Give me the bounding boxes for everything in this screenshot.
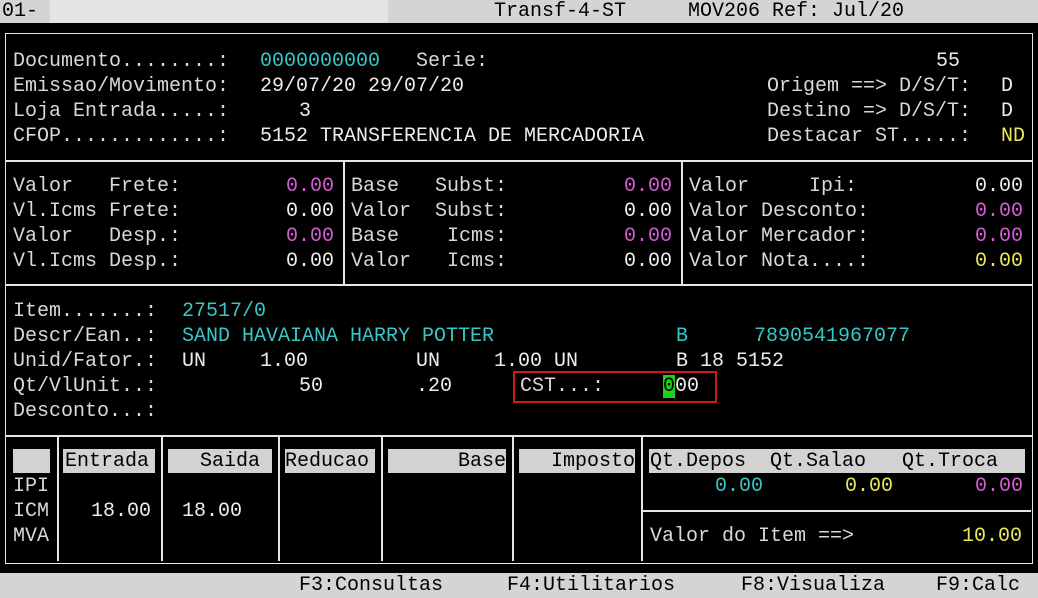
icm-saida-field[interactable]: 18.00 — [182, 499, 242, 524]
serie-label: Serie: — [416, 50, 489, 73]
qt-field[interactable]: 50 — [299, 374, 323, 399]
valor-icms-field[interactable]: 0.00 — [624, 249, 672, 274]
divider-stock — [643, 510, 1031, 512]
valor-nota-field[interactable]: 0.00 — [975, 249, 1023, 274]
unid2-field[interactable]: UN — [416, 349, 440, 374]
cfop-field[interactable]: 5152 TRANSFERENCIA DE MERCADORIA — [260, 124, 644, 149]
divider-totals-2 — [681, 160, 683, 286]
descr-field[interactable]: SAND HAVAIANA HARRY POTTER — [182, 324, 494, 349]
valor-desp-label: Valor Desp.: — [13, 225, 182, 248]
valor-frete-label: Valor Frete: — [13, 175, 182, 198]
fator-field[interactable]: 1.00 — [260, 349, 308, 374]
valor-ipi-field[interactable]: 0.00 — [975, 174, 1023, 199]
program-ref: MOV206 Ref: Jul/20 — [688, 0, 905, 23]
row-icm: ICM — [13, 500, 50, 523]
valor-item-label: Valor do Item ==> — [650, 525, 855, 548]
cfop-label: CFOP.............: — [13, 125, 230, 148]
divider-tax-3 — [278, 435, 280, 561]
f9-calc-key[interactable]: F9:Calc — [936, 573, 1020, 598]
f4-utilitarios-key[interactable]: F4:Utilitarios — [507, 573, 675, 598]
destino-label: Destino => D/S/T: — [767, 100, 972, 123]
destacar-label: Destacar ST.....: — [767, 125, 972, 148]
unid-field[interactable]: UN — [182, 349, 206, 374]
valor-nota-label: Valor Nota....: — [689, 250, 870, 273]
emissao-label: Emissao/Movimento: — [13, 75, 230, 98]
valor-desconto-label: Valor Desconto: — [689, 200, 870, 223]
vl-icms-desp-label: Vl.Icms Desp.: — [13, 250, 182, 273]
documento-field[interactable]: 0000000000 — [260, 49, 380, 74]
header-imposto: Imposto — [519, 449, 635, 473]
divider-tax-1 — [57, 435, 59, 561]
valor-mercador-field[interactable]: 0.00 — [975, 224, 1023, 249]
loja-field[interactable]: 3 — [299, 99, 311, 124]
descr-label: Descr/Ean..: — [13, 325, 158, 348]
qt-troca-field: 0.00 — [975, 475, 1024, 498]
divider-tax-4 — [381, 435, 383, 561]
title-bar-field — [50, 0, 388, 23]
divider-tax-2 — [161, 435, 163, 561]
screen-title: Transf-4-ST — [494, 0, 627, 23]
base-subst-label: Base Subst: — [351, 175, 508, 198]
divider-totals — [5, 284, 1033, 286]
item-label: Item.......: — [13, 300, 158, 323]
vl-icms-desp-field[interactable]: 0.00 — [286, 249, 334, 274]
valor-icms-label: Valor Icms: — [351, 250, 508, 273]
divider-tax-6 — [641, 435, 643, 561]
divider-item — [5, 435, 1033, 437]
destacar-field[interactable]: ND — [1001, 124, 1025, 149]
row-mva: MVA — [13, 525, 50, 548]
vl-icms-frete-label: Vl.Icms Frete: — [13, 200, 182, 223]
origem-field[interactable]: D — [1001, 74, 1013, 99]
serie-field[interactable]: 55 — [936, 49, 960, 74]
documento-label: Documento........: — [13, 50, 230, 73]
unid-label: Unid/Fator.: — [13, 350, 158, 373]
valor-mercador-label: Valor Mercador: — [689, 225, 870, 248]
tax-row-header-blank — [13, 449, 50, 473]
function-key-bar: F3:Consultas F4:Utilitarios F8:Visualiza… — [0, 573, 1038, 598]
qt-depos-field: 0.00 — [715, 475, 764, 498]
header-base: Base — [388, 449, 506, 473]
divider-header — [5, 160, 1033, 162]
loja-label: Loja Entrada.....: — [13, 100, 230, 123]
f3-consultas-key[interactable]: F3:Consultas — [299, 573, 443, 598]
item-field[interactable]: 27517/0 — [182, 299, 266, 324]
row-ipi: IPI — [13, 475, 50, 498]
divider-totals-1 — [343, 160, 345, 286]
vlunit-field[interactable]: .20 — [416, 374, 452, 399]
header-entrada: Entrada — [63, 449, 155, 473]
base-subst-field[interactable]: 0.00 — [624, 174, 672, 199]
emissao-field[interactable]: 29/07/20 29/07/20 — [260, 74, 464, 99]
screen-code: 01- — [2, 0, 39, 23]
cst-field-rest: 00 — [675, 375, 700, 398]
cst-label: CST...: — [520, 375, 605, 398]
valor-item-field: 10.00 — [962, 525, 1023, 548]
text-cursor: 0 — [663, 375, 676, 398]
header-saida: Saida — [168, 449, 272, 473]
qt-label: Qt/VlUnit..: — [13, 375, 158, 398]
valor-subst-field[interactable]: 0.00 — [624, 199, 672, 224]
valor-ipi-label: Valor Ipi: — [689, 175, 858, 198]
cst-field[interactable]: 000 — [663, 374, 699, 399]
title-bar: 01- Transf-4-ST MOV206 Ref: Jul/20 — [0, 0, 1038, 23]
header-reducao: Reducao — [285, 449, 375, 473]
valor-frete-field[interactable]: 0.00 — [286, 174, 334, 199]
destino-field[interactable]: D — [1001, 99, 1013, 124]
ean-field[interactable]: 7890541967077 — [754, 324, 910, 349]
divider-tax-5 — [512, 435, 514, 561]
base-icms-field[interactable]: 0.00 — [624, 224, 672, 249]
header-stock: Qt.Depos Qt.Salao Qt.Troca — [649, 449, 1025, 473]
f8-visualiza-key[interactable]: F8:Visualiza — [741, 573, 885, 598]
valor-subst-label: Valor Subst: — [351, 200, 508, 223]
origem-label: Origem ==> D/S/T: — [767, 75, 972, 98]
base-icms-label: Base Icms: — [351, 225, 508, 248]
valor-desconto-field[interactable]: 0.00 — [975, 199, 1023, 224]
icm-entrada-field[interactable]: 18.00 — [91, 499, 151, 524]
descr-flag: B — [676, 325, 689, 348]
valor-desp-field[interactable]: 0.00 — [286, 224, 334, 249]
desconto-label: Desconto...: — [13, 400, 158, 423]
vl-icms-frete-field[interactable]: 0.00 — [286, 199, 334, 224]
qt-salao-field: 0.00 — [845, 475, 894, 498]
